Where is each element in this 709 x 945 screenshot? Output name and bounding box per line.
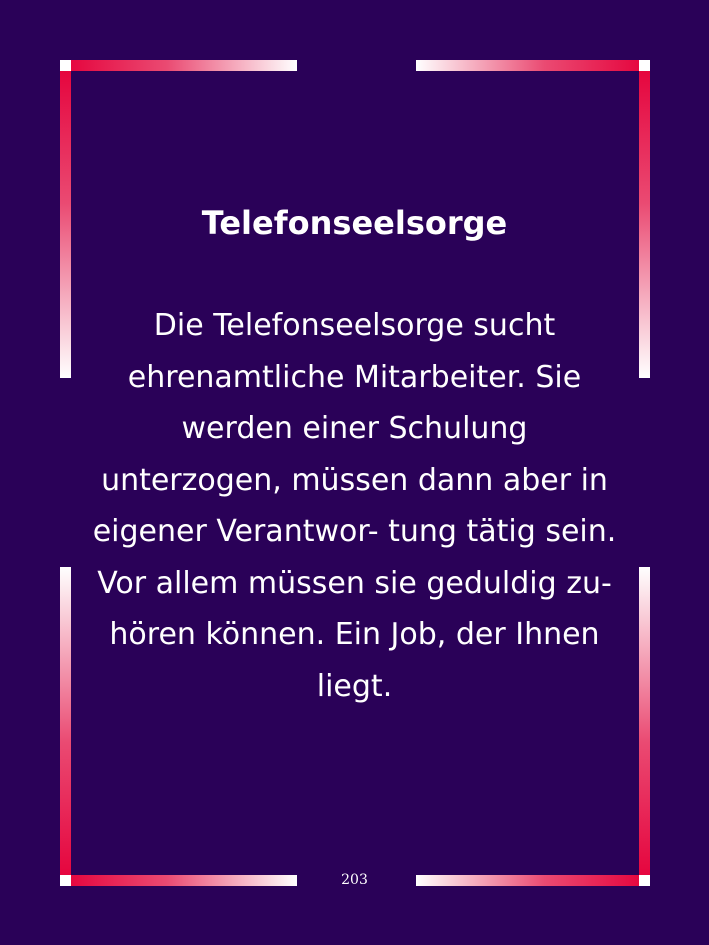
- frame-top-right-horizontal-bar: [416, 60, 650, 71]
- page-title: Telefonseelsorge: [201, 204, 508, 242]
- frame-bottom-left-vertical-bar: [60, 567, 71, 886]
- frame-bottom-right-vertical-bar: [639, 567, 650, 886]
- page-number: 203: [341, 872, 368, 888]
- body-paragraph: Die Telefonseelsorge sucht ehrenamtliche…: [92, 308, 617, 704]
- frame-top-left-corner: [60, 60, 71, 71]
- frame-top-left-horizontal-bar: [60, 60, 297, 71]
- frame-top-right-corner: [639, 60, 650, 71]
